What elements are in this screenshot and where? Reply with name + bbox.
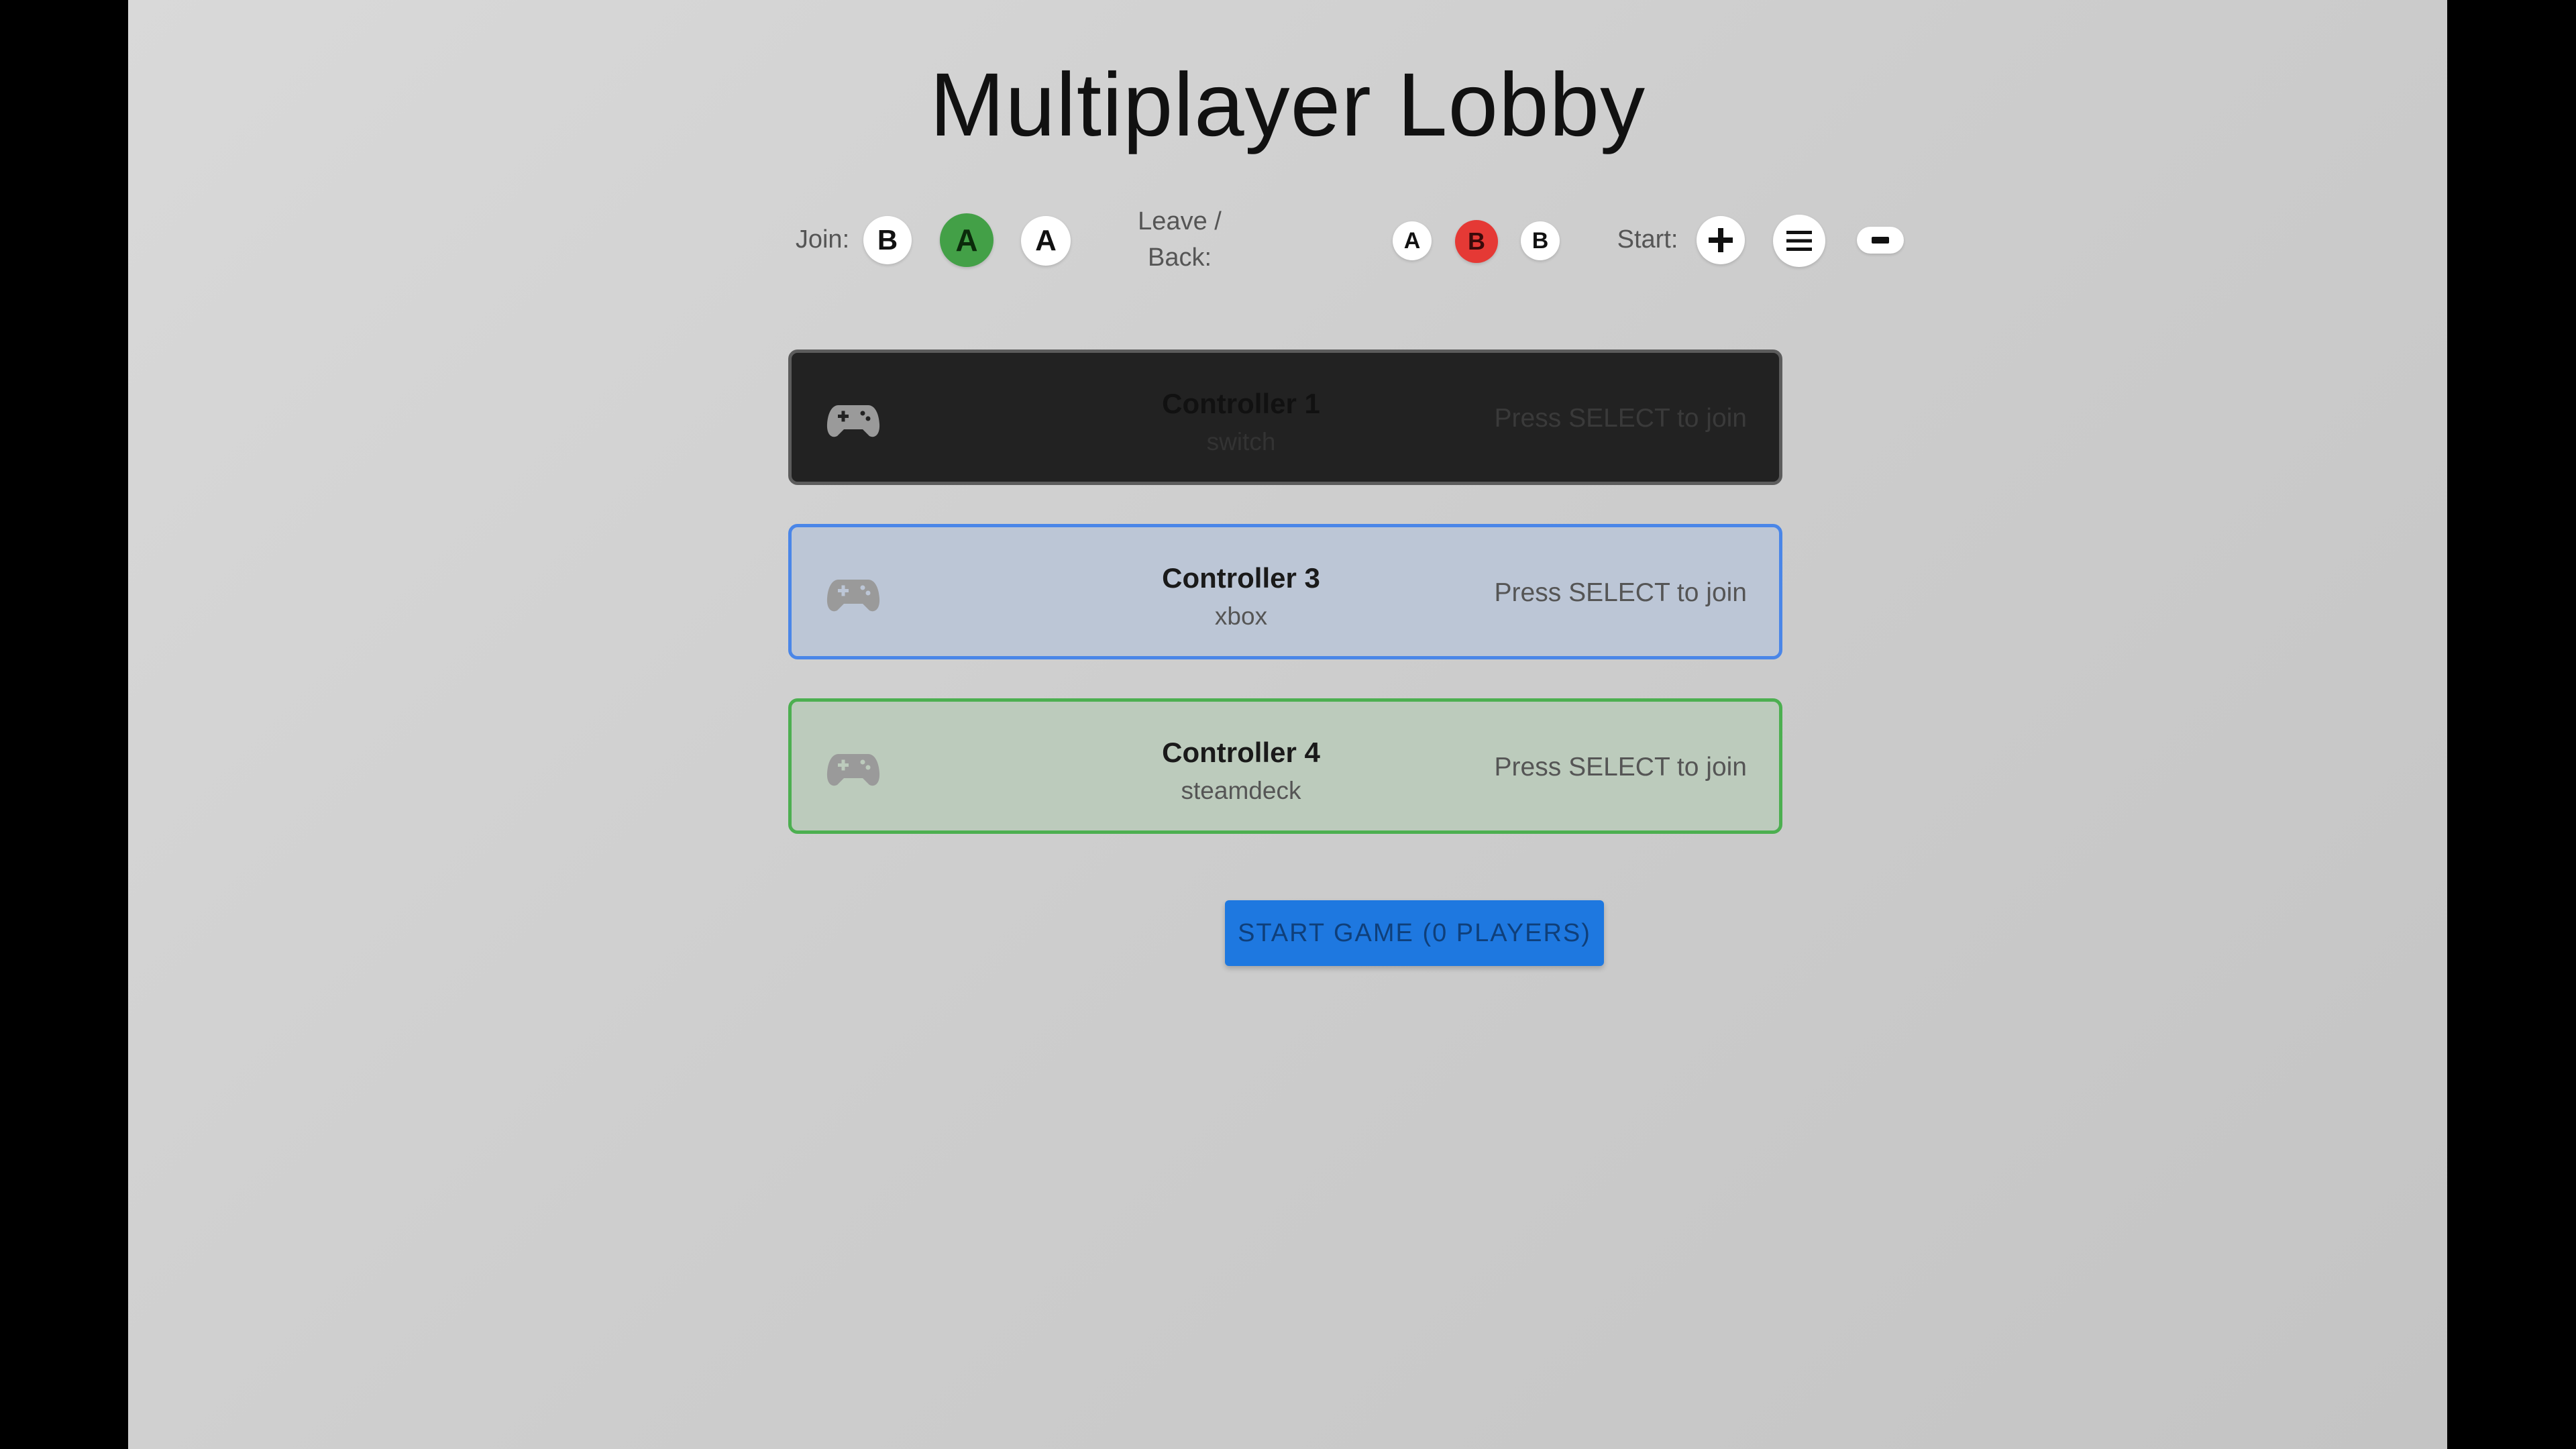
view-icon (1857, 227, 1904, 254)
lobby-screen: Multiplayer Lobby Join: B A A Leave / Ba… (128, 0, 2447, 1449)
controller-name: Controller 3 (1162, 562, 1320, 594)
controller-name: Controller 1 (1162, 388, 1320, 419)
join-hint-label: Join: (795, 225, 850, 254)
leave-b-button-icon: B (1455, 220, 1498, 263)
join-prompt: Press SELECT to join (1494, 753, 1747, 782)
join-prompt: Press SELECT to join (1494, 578, 1747, 607)
leave-hint-label: Leave / Back: (1121, 203, 1238, 276)
menu-icon (1773, 215, 1825, 267)
controller-type: steamdeck (1181, 777, 1301, 804)
join-b-button-icon: B (863, 216, 912, 264)
gamepad-icon (826, 754, 880, 786)
controller-card-3[interactable]: Controller 3 xbox Press SELECT to join (788, 524, 1782, 659)
controls-hint-bar: Join: B A A Leave / Back: A B B Start: (128, 201, 2447, 282)
plus-icon (1697, 216, 1745, 264)
join-prompt: Press SELECT to join (1494, 404, 1747, 433)
controller-type: xbox (1214, 602, 1268, 630)
leave-hint-line2: Back: (1147, 244, 1212, 272)
gamepad-icon (826, 405, 880, 437)
gamepad-icon (826, 580, 880, 612)
start-game-button[interactable]: START GAME (0 PLAYERS) (1225, 900, 1604, 966)
page-title: Multiplayer Lobby (929, 55, 1646, 155)
start-hint-label: Start: (1617, 225, 1678, 254)
controller-type: switch (1206, 428, 1276, 455)
join-a-button-icon: A (940, 213, 994, 267)
join-a-alt-button-icon: A (1021, 216, 1071, 266)
leave-b-alt-button-icon: B (1521, 221, 1560, 260)
controller-card-4[interactable]: Controller 4 steamdeck Press SELECT to j… (788, 698, 1782, 834)
leave-hint-line1: Leave / (1138, 207, 1222, 235)
controller-card-1[interactable]: Controller 1 switch Press SELECT to join (788, 350, 1782, 485)
controller-name: Controller 4 (1162, 737, 1320, 768)
leave-a-button-icon: A (1393, 221, 1432, 260)
